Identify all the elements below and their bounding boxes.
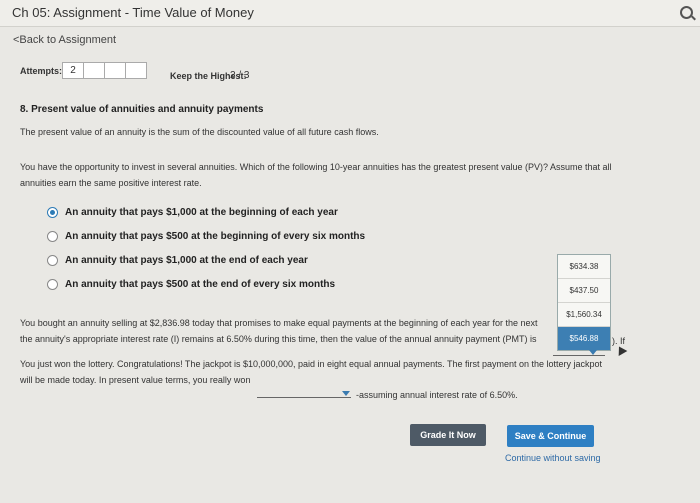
option-beginning-semiannual[interactable]: An annuity that pays $500 at the beginni…: [47, 231, 365, 242]
lottery-paragraph-line1: You just won the lottery. Congratulation…: [20, 359, 603, 369]
keep-highest-value: 2 / 3: [230, 70, 250, 81]
option-label: An annuity that pays $500 at the beginni…: [65, 231, 366, 242]
radio-icon[interactable]: [47, 255, 58, 266]
option-label: An annuity that pays $1,000 at the end o…: [65, 255, 308, 266]
option-label: An annuity that pays $1,000 at the begin…: [65, 207, 338, 218]
attempt-box: [83, 62, 105, 79]
option-label: An annuity that pays $500 at the end of …: [65, 279, 336, 290]
option-end-yearly[interactable]: An annuity that pays $1,000 at the end o…: [47, 255, 308, 266]
question-intro: The present value of an annuity is the s…: [20, 127, 379, 137]
question-prompt-line2: annuities earn the same positive interes…: [20, 178, 202, 188]
attempts-label: Attempts:: [20, 66, 62, 76]
radio-selected-icon[interactable]: [47, 207, 58, 218]
lottery-paragraph-line2: will be made today. In present value ter…: [20, 375, 251, 385]
back-to-assignment-link[interactable]: <Back to Assignment: [13, 34, 116, 46]
question-title: 8. Present value of annuities and annuit…: [20, 104, 264, 115]
continue-without-saving-link[interactable]: Continue without saving: [505, 453, 601, 463]
question-prompt-line1: You have the opportunity to invest in se…: [20, 162, 612, 172]
dropdown-option[interactable]: $1,560.34: [558, 303, 610, 327]
dropdown-option[interactable]: $634.38: [558, 255, 610, 279]
attempt-box: [104, 62, 126, 79]
radio-icon[interactable]: [47, 231, 58, 242]
search-icon[interactable]: [680, 6, 693, 19]
attempts-indicator: 2: [62, 62, 147, 79]
attempt-box: [125, 62, 147, 79]
chevron-down-icon[interactable]: [342, 391, 350, 396]
annuity-paragraph-line2: the annuity's appropriate interest rate …: [20, 334, 537, 344]
attempt-box: 2: [62, 62, 84, 79]
annuity-paragraph-line1: You bought an annuity selling at $2,836.…: [20, 318, 538, 328]
pmt-dropdown-menu[interactable]: $634.38 $437.50 $1,560.34 $546.88: [557, 254, 611, 351]
save-and-continue-button[interactable]: Save & Continue: [507, 425, 594, 447]
dropdown-option[interactable]: $437.50: [558, 279, 610, 303]
page-title: Ch 05: Assignment - Time Value of Money: [12, 5, 254, 20]
grade-it-now-button[interactable]: Grade It Now: [410, 424, 486, 446]
pmt-select[interactable]: [553, 345, 605, 356]
option-beginning-yearly[interactable]: An annuity that pays $1,000 at the begin…: [47, 207, 338, 218]
chevron-down-icon[interactable]: [589, 350, 597, 355]
radio-icon[interactable]: [47, 279, 58, 290]
option-end-semiannual[interactable]: An annuity that pays $500 at the end of …: [47, 279, 335, 290]
lottery-paragraph-line3: -assuming annual interest rate of 6.50%.: [356, 390, 518, 400]
jackpot-pv-select[interactable]: [257, 387, 351, 398]
